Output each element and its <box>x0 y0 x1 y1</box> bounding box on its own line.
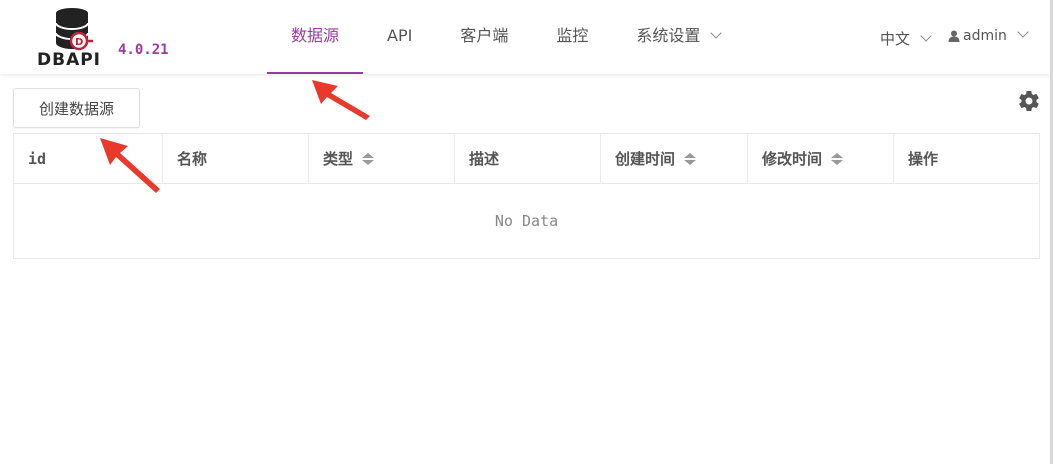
sort-icon[interactable] <box>362 153 375 165</box>
annotation-arrow-nav <box>312 80 370 120</box>
column-header-description: 描述 <box>455 134 601 184</box>
logo-text: DBAPI <box>37 50 102 70</box>
annotation-arrow-button <box>100 138 160 193</box>
column-label: 描述 <box>469 150 500 168</box>
column-label: 类型 <box>323 150 354 168</box>
chevron-down-icon <box>920 30 932 42</box>
nav-item-label: 监控 <box>556 26 589 45</box>
chevron-down-icon <box>1017 26 1029 38</box>
sort-icon[interactable] <box>684 153 697 165</box>
create-datasource-button[interactable]: 创建数据源 <box>13 88 140 128</box>
language-selector[interactable]: 中文 <box>880 28 932 49</box>
nav-item-datasource[interactable]: 数据源 <box>267 0 364 74</box>
column-header-created-time[interactable]: 创建时间 <box>601 134 748 184</box>
gear-icon[interactable] <box>1017 89 1041 113</box>
username-label: admin <box>963 28 1007 44</box>
nav-item-label: 系统设置 <box>636 26 701 45</box>
svg-text:D: D <box>75 37 83 48</box>
nav-item-client[interactable]: 客户端 <box>436 0 532 74</box>
datasource-table: id 名称 类型 描述 创建时间 修改时间 操作 No Data <box>13 133 1040 259</box>
column-label: 名称 <box>177 150 208 168</box>
column-header-modified-time[interactable]: 修改时间 <box>748 134 894 184</box>
column-label: id <box>28 150 47 168</box>
column-label: 操作 <box>908 150 939 168</box>
user-icon <box>948 30 960 42</box>
nav-item-label: 客户端 <box>460 26 509 45</box>
column-header-name: 名称 <box>163 134 309 184</box>
column-header-actions: 操作 <box>894 134 1039 184</box>
nav-item-label: 数据源 <box>291 26 340 45</box>
version-label: 4.0.21 <box>118 42 169 58</box>
chevron-down-icon <box>710 27 723 39</box>
nav-item-monitor[interactable]: 监控 <box>532 0 612 74</box>
nav-item-system-settings[interactable]: 系统设置 <box>612 0 744 74</box>
column-header-type[interactable]: 类型 <box>309 134 455 184</box>
empty-state-text: No Data <box>494 212 559 230</box>
column-label: 修改时间 <box>762 150 823 168</box>
user-menu[interactable]: admin <box>948 26 1029 44</box>
main-nav: 数据源 API 客户端 监控 系统设置 <box>267 0 744 74</box>
sort-icon[interactable] <box>831 153 844 165</box>
nav-item-api[interactable]: API <box>363 0 436 74</box>
language-label: 中文 <box>880 30 911 48</box>
top-header: D DBAPI 4.0.21 数据源 API 客户端 监控 系统设置 中文 ad… <box>0 0 1053 74</box>
column-label: 创建时间 <box>615 150 676 168</box>
nav-item-label: API <box>387 26 413 45</box>
table-header: id 名称 类型 描述 创建时间 修改时间 操作 <box>14 134 1039 184</box>
